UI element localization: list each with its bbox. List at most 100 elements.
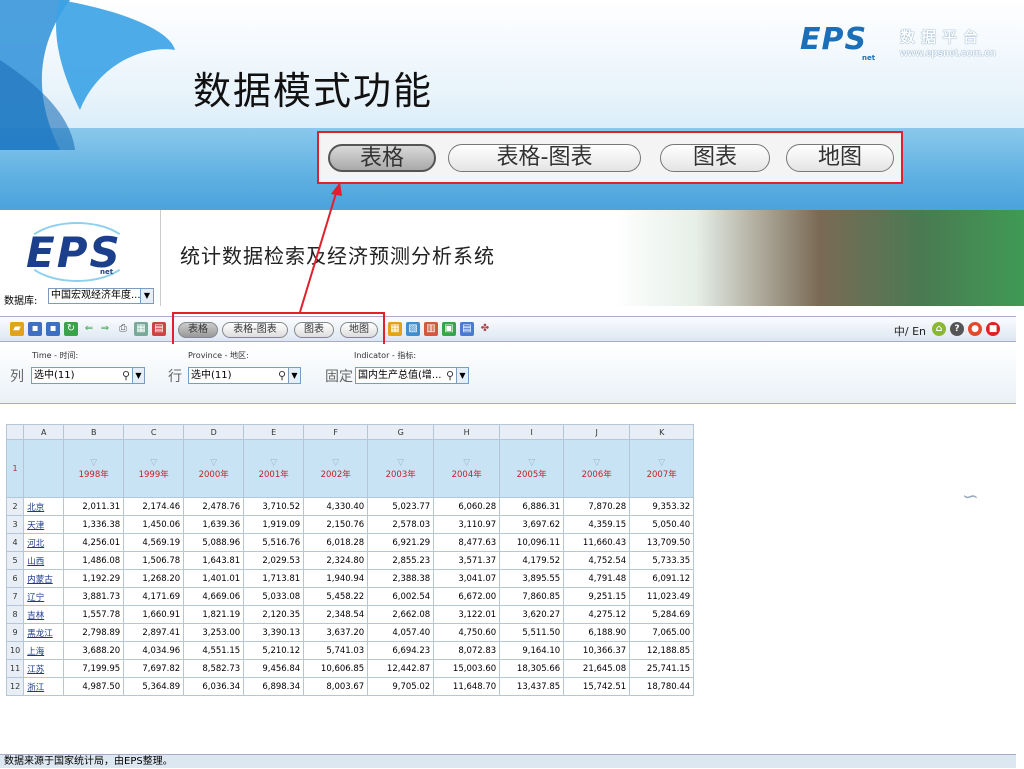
value-cell: 5,364.89 [123, 677, 185, 696]
settings-icon[interactable]: ✤ [478, 322, 492, 336]
column-letter-d[interactable]: D [183, 424, 245, 440]
open-icon[interactable]: ▰ [10, 322, 24, 336]
database-select[interactable]: 中国宏观经济年度... ▼ [48, 288, 154, 304]
column-letter-k[interactable]: K [629, 424, 695, 440]
back-arrow-icon[interactable]: ⇐ [82, 322, 96, 336]
mode-table-chart-button[interactable]: 表格-图表 [448, 144, 641, 172]
print-icon[interactable]: ⎙ [116, 322, 130, 336]
year-label: 2002年 [320, 469, 351, 480]
province-link[interactable]: 辽宁 [23, 587, 65, 606]
value-cell: 1,639.36 [183, 515, 245, 534]
save-as-icon[interactable]: ▪ [46, 322, 60, 336]
value-cell: 4,987.50 [63, 677, 125, 696]
search-icon[interactable]: ⚲ [122, 368, 130, 383]
column-label: 列 [10, 369, 24, 385]
province-link[interactable]: 北京 [23, 497, 65, 516]
province-link[interactable]: 黑龙江 [23, 623, 65, 642]
value-cell: 3,253.00 [183, 623, 245, 642]
forward-arrow-icon[interactable]: ⇒ [98, 322, 112, 336]
year-header-cell[interactable]: ▽ 2007年 [629, 439, 695, 498]
grid-icon[interactable]: ▤ [460, 322, 474, 336]
sort-triangle-icon[interactable]: ▽ [67, 458, 120, 468]
province-link[interactable]: 江苏 [23, 659, 65, 678]
sort-triangle-icon[interactable]: ▽ [567, 458, 626, 468]
year-header-cell[interactable]: ▽ 1999年 [123, 439, 185, 498]
year-header-cell[interactable]: ▽ 2001年 [243, 439, 305, 498]
chevron-down-icon[interactable]: ▼ [132, 368, 144, 383]
search-icon[interactable]: ⚲ [446, 368, 454, 383]
compute-icon[interactable]: ▣ [442, 322, 456, 336]
calculator-icon[interactable]: ▦ [388, 322, 402, 336]
value-cell: 4,179.52 [499, 551, 565, 570]
search-icon[interactable]: ⚲ [278, 368, 286, 383]
column-letter-g[interactable]: G [367, 424, 435, 440]
row-select[interactable]: 选中(11) ⚲ ▼ [188, 367, 301, 384]
sort-triangle-icon[interactable]: ▽ [187, 458, 240, 468]
filter-icon[interactable]: ▧ [406, 322, 420, 336]
value-cell: 5,023.77 [367, 497, 435, 516]
chevron-down-icon[interactable]: ▼ [140, 289, 153, 303]
value-cell: 6,886.31 [499, 497, 565, 516]
value-cell: 2,578.03 [367, 515, 435, 534]
toolbar-mode-highlight [172, 312, 385, 347]
column-letter-f[interactable]: F [303, 424, 369, 440]
year-header-cell[interactable]: ▽ 1998年 [63, 439, 125, 498]
sort-triangle-icon[interactable]: ▽ [437, 458, 496, 468]
column-letter-a[interactable]: A [23, 424, 65, 440]
province-link[interactable]: 天津 [23, 515, 65, 534]
value-cell: 6,898.34 [243, 677, 305, 696]
year-header-cell[interactable]: ▽ 2004年 [433, 439, 501, 498]
province-link[interactable]: 河北 [23, 533, 65, 552]
row-number: 12 [5, 677, 25, 696]
province-link[interactable]: 内蒙古 [23, 569, 65, 588]
filter-panel: Time - 时间: 列 选中(11) ⚲ ▼ Province - 地区: 行… [0, 344, 1016, 508]
sort-triangle-icon[interactable]: ▽ [503, 458, 560, 468]
year-header-cell[interactable]: ▽ 2000年 [183, 439, 245, 498]
value-cell: 4,752.54 [563, 551, 631, 570]
year-header-cell[interactable]: ▽ 2005年 [499, 439, 565, 498]
home-icon[interactable]: ⌂ [932, 322, 946, 336]
sort-triangle-icon[interactable]: ▽ [371, 458, 430, 468]
help-icon[interactable]: ? [950, 322, 964, 336]
mode-table-button[interactable]: 表格 [328, 144, 436, 172]
sort-triangle-icon[interactable]: ▽ [307, 458, 364, 468]
user-icon[interactable]: ● [968, 322, 982, 336]
value-cell: 5,284.69 [629, 605, 695, 624]
export-icon[interactable]: ▦ [134, 322, 148, 336]
value-cell: 2,120.35 [243, 605, 305, 624]
value-cell: 2,174.46 [123, 497, 185, 516]
province-link[interactable]: 上海 [23, 641, 65, 660]
sort-triangle-icon[interactable]: ▽ [247, 458, 300, 468]
column-letter-e[interactable]: E [243, 424, 305, 440]
mode-chart-button[interactable]: 图表 [660, 144, 770, 172]
mode-map-button[interactable]: 地图 [786, 144, 894, 172]
column-letter-c[interactable]: C [123, 424, 185, 440]
column-letter-h[interactable]: H [433, 424, 501, 440]
province-link[interactable]: 山西 [23, 551, 65, 570]
refresh-icon[interactable]: ↻ [64, 322, 78, 336]
column-select[interactable]: 选中(11) ⚲ ▼ [31, 367, 145, 384]
chevron-down-icon[interactable]: ▼ [288, 368, 300, 383]
pdf-icon[interactable]: ▤ [152, 322, 166, 336]
column-letter-b[interactable]: B [63, 424, 125, 440]
language-toggle[interactable]: 中/ En [894, 323, 926, 339]
row-number: 8 [5, 605, 25, 624]
province-link[interactable]: 吉林 [23, 605, 65, 624]
fixed-select[interactable]: 国内生产总值(增... ⚲ ▼ [355, 367, 469, 384]
save-icon[interactable]: ▪ [28, 322, 42, 336]
value-cell: 4,669.06 [183, 587, 245, 606]
value-cell: 4,256.01 [63, 533, 125, 552]
exit-icon[interactable]: ■ [986, 322, 1000, 336]
sort-triangle-icon[interactable]: ▽ [633, 458, 690, 468]
year-header-cell[interactable]: ▽ 2003年 [367, 439, 435, 498]
chart-icon[interactable]: ▥ [424, 322, 438, 336]
province-link[interactable]: 浙江 [23, 677, 65, 696]
chevron-down-icon[interactable]: ▼ [456, 368, 468, 383]
sort-triangle-icon[interactable]: ▽ [127, 458, 180, 468]
value-cell: 8,477.63 [433, 533, 501, 552]
column-letter-i[interactable]: I [499, 424, 565, 440]
year-header-cell[interactable]: ▽ 2002年 [303, 439, 369, 498]
value-cell: 21,645.08 [563, 659, 631, 678]
column-letter-j[interactable]: J [563, 424, 631, 440]
year-header-cell[interactable]: ▽ 2006年 [563, 439, 631, 498]
